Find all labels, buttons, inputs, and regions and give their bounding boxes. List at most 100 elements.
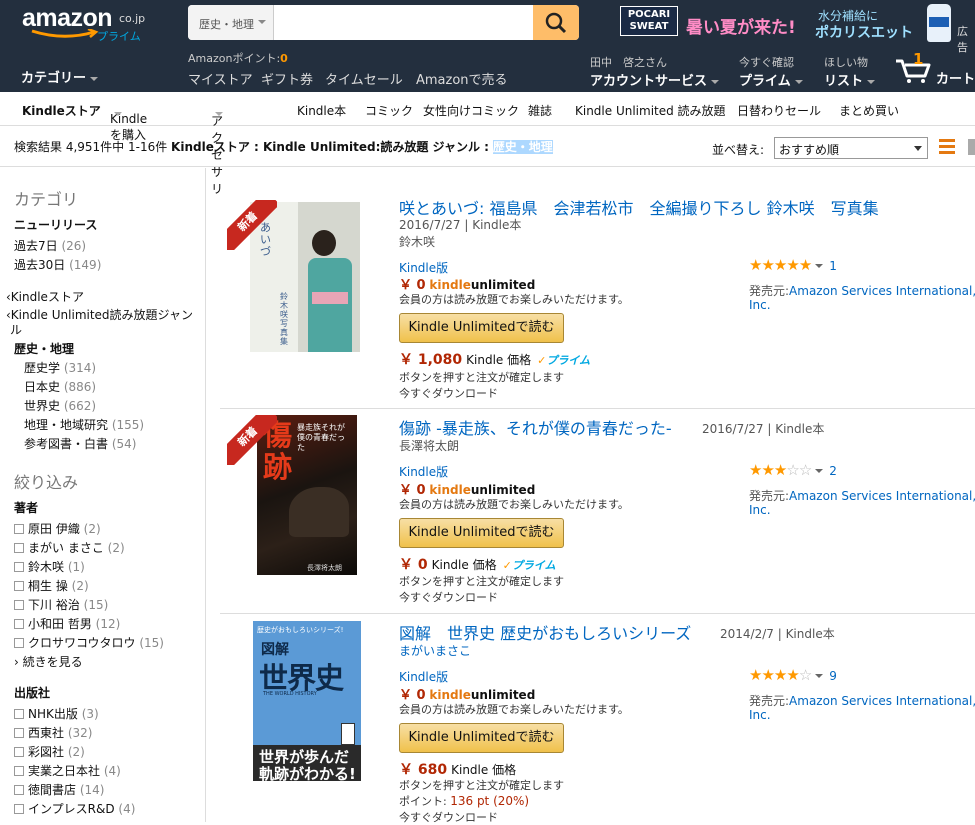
prime-menu[interactable]: 今すぐ確認 プライム	[739, 54, 803, 89]
back-kindle-unlimited[interactable]: ‹Kindle Unlimited読み放題ジャン	[6, 306, 193, 323]
back-kindle-store[interactable]: ‹Kindleストア	[6, 288, 84, 305]
subnav-kindle-unlimited[interactable]: Kindle Unlimited 読み放題	[575, 102, 726, 119]
author-filter[interactable]: クロサワコウタロウ (15)	[14, 634, 164, 651]
categories-menu[interactable]: カテゴリー	[21, 67, 99, 86]
star-rating[interactable]: ★★★☆☆ 2	[749, 461, 837, 479]
publisher-link[interactable]: Inc.	[749, 708, 771, 722]
star-rating[interactable]: ★★★★☆ 9	[749, 666, 837, 684]
checkbox[interactable]	[14, 785, 24, 795]
amazon-logo[interactable]: amazon co.jp プライム	[22, 2, 152, 43]
subnav-kindle-store[interactable]: Kindleストア	[22, 102, 101, 119]
subnav-magazines[interactable]: 雑誌	[528, 102, 552, 119]
filter-last-30-days[interactable]: 過去30日 (149)	[14, 256, 101, 273]
points-display[interactable]: Amazonポイント:0	[188, 50, 288, 66]
cart-button[interactable]: 1 カート	[895, 50, 975, 87]
checkbox[interactable]	[14, 524, 24, 534]
checkbox[interactable]	[14, 600, 24, 610]
author-filter[interactable]: 桐生 操 (2)	[14, 577, 89, 594]
publisher-filter[interactable]: 彩図社 (2)	[14, 743, 85, 760]
author-count: (15)	[83, 598, 109, 612]
price-label: Kindle 価格	[466, 353, 532, 367]
subnav-kindle-books[interactable]: Kindle本	[297, 102, 346, 119]
publisher-filter[interactable]: NHK出版 (3)	[14, 705, 99, 722]
ad-headline: 暑い夏が来た!	[686, 18, 796, 38]
format-link[interactable]: Kindle版	[399, 463, 448, 480]
publisher-filter[interactable]: 徳間書店 (14)	[14, 781, 104, 798]
author-filter[interactable]: 原田 伊織 (2)	[14, 520, 101, 537]
product-date: 2014/2/7 | Kindle本	[720, 627, 835, 641]
review-count[interactable]: 1	[829, 259, 837, 273]
book-cover[interactable]: 歴史がおもしろいシリーズ! 図解 世界史 THE WORLD HISTORY 世…	[253, 621, 361, 781]
star-rating[interactable]: ★★★★★ 1	[749, 256, 837, 274]
subcategory-item[interactable]: 地理・地域研究 (155)	[24, 416, 144, 433]
read-with-ku-button[interactable]: Kindle Unlimitedで読む	[399, 518, 564, 548]
nav-timesale[interactable]: タイムセール	[325, 69, 403, 88]
publisher-filter[interactable]: インプレスR&D (4)	[14, 800, 135, 817]
checkbox[interactable]	[14, 638, 24, 648]
publisher-filter[interactable]: 西東社 (32)	[14, 724, 92, 741]
checkbox[interactable]	[14, 619, 24, 629]
checkbox[interactable]	[14, 709, 24, 719]
product-author[interactable]: まがいまさこ	[399, 642, 471, 659]
account-menu[interactable]: 田中 啓之さん アカウントサービス	[590, 54, 720, 89]
chevron-down-icon	[90, 76, 99, 81]
author-filter[interactable]: 小和田 哲男 (12)	[14, 615, 120, 632]
search-button[interactable]	[533, 5, 579, 40]
checkbox[interactable]	[14, 804, 24, 814]
grid-view-icon[interactable]	[968, 139, 975, 155]
checkbox[interactable]	[14, 747, 24, 757]
list-view-icon[interactable]	[939, 139, 955, 155]
checkbox[interactable]	[14, 562, 24, 572]
nav-sell[interactable]: Amazonで売る	[416, 69, 508, 88]
subcategory-item[interactable]: 歴史学 (314)	[24, 359, 96, 376]
publisher-info: 発売元:Amazon Services International,	[749, 282, 975, 299]
publisher-filter[interactable]: 実業之日本社 (4)	[14, 762, 121, 779]
categories-label: カテゴリー	[21, 71, 87, 86]
filter-last-7-days[interactable]: 過去7日 (26)	[14, 237, 86, 254]
result-item: 傷跡 暴走族それが僕の青春だった 長澤将太朗 新着 傷跡 -暴走族、それが僕の青…	[207, 410, 975, 615]
subcategory-item[interactable]: 参考図書・白書 (54)	[24, 435, 136, 452]
cart-count: 1	[913, 50, 924, 68]
review-count[interactable]: 2	[829, 464, 837, 478]
publisher-link[interactable]: Inc.	[749, 298, 771, 312]
subnav-womens-comics[interactable]: 女性向けコミック	[423, 102, 519, 119]
publisher-link[interactable]: Amazon Services International,	[789, 694, 975, 708]
publisher-label: 実業之日本社	[28, 764, 101, 778]
results-bar: 検索結果 4,951件中 1-16件 Kindleストア : Kindle Un…	[0, 127, 975, 167]
author-filter[interactable]: まがい まさこ (2)	[14, 539, 125, 556]
publisher-link[interactable]: Inc.	[749, 503, 771, 517]
author-filter[interactable]: 下川 裕治 (15)	[14, 596, 108, 613]
author-filter[interactable]: 鈴木咲 (1)	[14, 558, 85, 575]
read-with-ku-button[interactable]: Kindle Unlimitedで読む	[399, 723, 564, 753]
publisher-link[interactable]: Amazon Services International,	[789, 489, 975, 503]
ad-banner[interactable]: POCARI SWEAT 暑い夏が来た! 水分補給に ポカリスエット 広告	[620, 2, 975, 54]
search-category-select[interactable]: 歴史・地理	[188, 5, 274, 40]
see-more-link[interactable]: › 続きを見る	[14, 653, 83, 670]
product-title[interactable]: 図解 世界史 歴史がおもしろいシリーズ	[399, 620, 691, 644]
subnav-bulk-buy[interactable]: まとめ買い	[839, 102, 899, 119]
product-title[interactable]: 傷跡 -暴走族、それが僕の青春だった-	[399, 415, 672, 439]
nav-gift-card[interactable]: ギフト券	[261, 69, 313, 88]
subcategory-item[interactable]: 世界史 (662)	[24, 397, 96, 414]
publisher-count: (2)	[67, 745, 85, 759]
checkbox[interactable]	[14, 581, 24, 591]
back-kindle-unlimited-cont[interactable]: ル	[10, 321, 22, 338]
product-author[interactable]: 長澤将太朗	[399, 437, 459, 454]
publisher-link[interactable]: Amazon Services International,	[789, 284, 975, 298]
sort-select[interactable]: おすすめ順	[774, 137, 928, 159]
review-count[interactable]: 9	[829, 669, 837, 683]
product-author[interactable]: 鈴木咲	[399, 233, 435, 250]
publisher-info: 発売元:Amazon Services International,	[749, 692, 975, 709]
format-link[interactable]: Kindle版	[399, 668, 448, 685]
checkbox[interactable]	[14, 766, 24, 776]
search-input[interactable]	[275, 5, 533, 40]
results-summary: 検索結果 4,951件中 1-16件 Kindleストア : Kindle Un…	[14, 138, 553, 155]
checkbox[interactable]	[14, 728, 24, 738]
subnav-comics[interactable]: コミック	[365, 102, 413, 119]
nav-my-store[interactable]: マイストア	[188, 69, 253, 88]
read-with-ku-button[interactable]: Kindle Unlimitedで読む	[399, 313, 564, 343]
checkbox[interactable]	[14, 543, 24, 553]
subcategory-item[interactable]: 日本史 (886)	[24, 378, 96, 395]
subnav-daily-deals[interactable]: 日替わりセール	[737, 102, 821, 119]
wishlist-menu[interactable]: ほしい物 リスト	[824, 54, 876, 89]
